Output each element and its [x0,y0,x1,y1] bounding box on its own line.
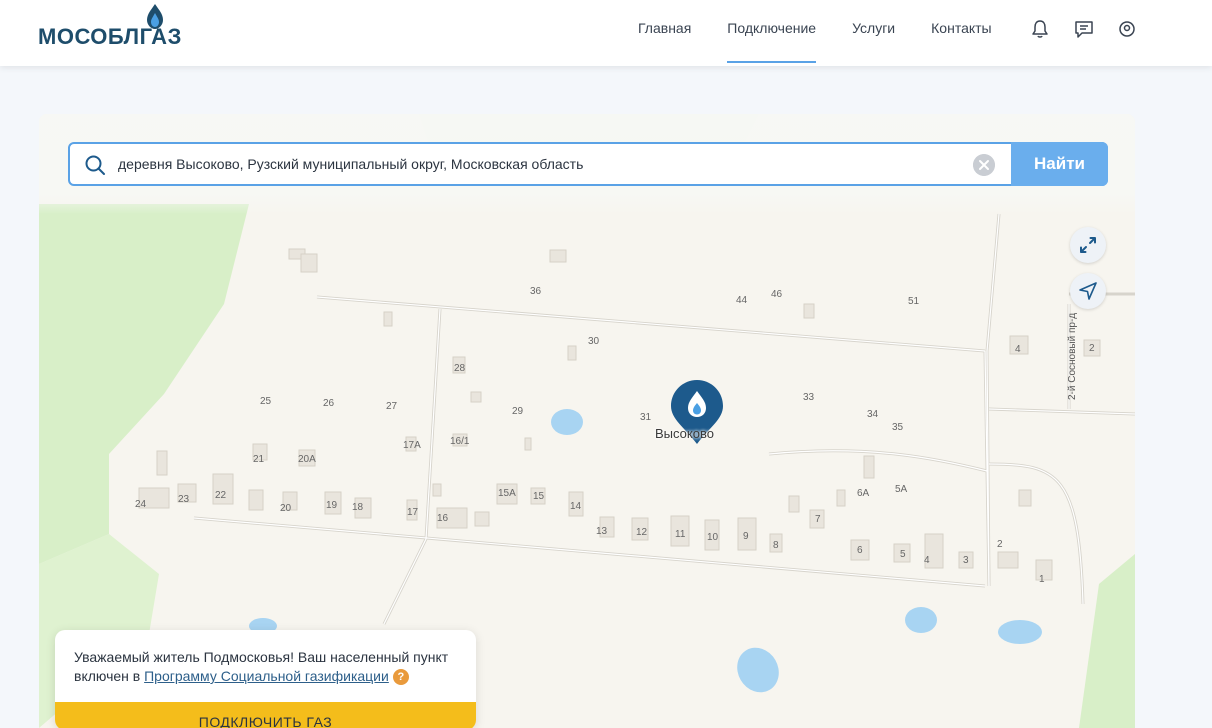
house-number: 34 [867,409,879,420]
house-number: 17А [403,440,421,451]
house-number: 19 [326,500,338,511]
house-number: 20А [298,454,316,465]
nav-contacts[interactable]: Контакты [913,0,1009,66]
house-number: 36 [530,286,542,297]
house-number: 12 [636,527,648,538]
fullscreen-button[interactable] [1070,227,1106,263]
house-number: 2 [1089,343,1095,354]
house-number: 4 [924,555,930,566]
address-search: Найти [68,142,1108,186]
nav-home[interactable]: Главная [620,0,709,66]
house-number: 28 [454,363,466,374]
house-number: 10 [707,532,719,543]
map-container[interactable]: 36 44 46 51 30 28 4 2 25 26 27 29 31 33 … [39,114,1135,728]
house-number: 17 [407,507,419,518]
house-number: 27 [386,401,398,412]
site-header: МОСОБЛГАЗ Главная Подключение Услуги Кон… [0,0,1212,66]
house-number: 51 [908,296,920,307]
house-number: 25 [260,396,272,407]
logo-text: МОСОБЛГАЗ [38,24,182,49]
house-number: 3 [963,555,969,566]
program-link[interactable]: Программу Социальной газификации [144,668,389,684]
nav-services[interactable]: Услуги [834,0,913,66]
house-number: 1 [1039,574,1045,585]
house-number: 13 [596,526,608,537]
house-number: 16/1 [450,436,470,447]
house-number: 8 [773,540,779,551]
clear-icon[interactable] [973,154,995,176]
house-number: 29 [512,406,524,417]
chat-icon[interactable] [1074,19,1094,39]
house-number: 31 [640,412,652,423]
house-number: 30 [588,336,600,347]
house-number: 7 [815,514,821,525]
expand-icon [1080,237,1096,253]
search-panel: Найти [39,114,1135,214]
house-number: 33 [803,392,815,403]
main-nav: Главная Подключение Услуги Контакты [620,0,1010,66]
house-number: 23 [178,494,190,505]
house-number: 5А [895,484,908,495]
house-number: 4 [1015,344,1021,355]
user-icon[interactable] [1117,19,1137,39]
house-number: 24 [135,499,147,510]
house-number: 26 [323,398,335,409]
locate-button[interactable] [1070,273,1106,309]
bell-icon[interactable] [1030,19,1050,39]
connect-gas-button[interactable]: ПОДКЛЮЧИТЬ ГАЗ [55,702,476,728]
house-number: 9 [743,531,749,542]
house-number: 6А [857,488,870,499]
street-label: 2-й Сосновый пр-д [1067,312,1078,400]
house-number: 5 [900,549,906,560]
house-number: 14 [570,501,582,512]
house-number: 15 [533,491,545,502]
house-number: 11 [675,529,686,540]
gasification-notice: Уважаемый житель Подмосковья! Ваш населе… [55,630,476,728]
house-number: 16 [437,513,449,524]
house-number: 21 [253,454,265,465]
house-number: 44 [736,295,748,306]
house-number: 46 [771,289,783,300]
house-number: 20 [280,503,292,514]
search-icon [85,155,105,175]
house-number: 18 [352,502,364,513]
house-number: 35 [892,422,904,433]
notice-text: Уважаемый житель Подмосковья! Ваш населе… [74,648,464,686]
house-number: 22 [215,490,227,501]
house-number: 6 [857,545,863,556]
house-number: 15А [498,488,516,499]
help-icon[interactable]: ? [392,669,409,685]
address-input[interactable] [118,144,958,184]
place-label: Высоково [655,426,714,441]
find-button[interactable]: Найти [1011,142,1108,186]
house-number: 2 [997,539,1003,550]
nav-connection[interactable]: Подключение [709,0,834,66]
locate-icon [1079,282,1097,300]
